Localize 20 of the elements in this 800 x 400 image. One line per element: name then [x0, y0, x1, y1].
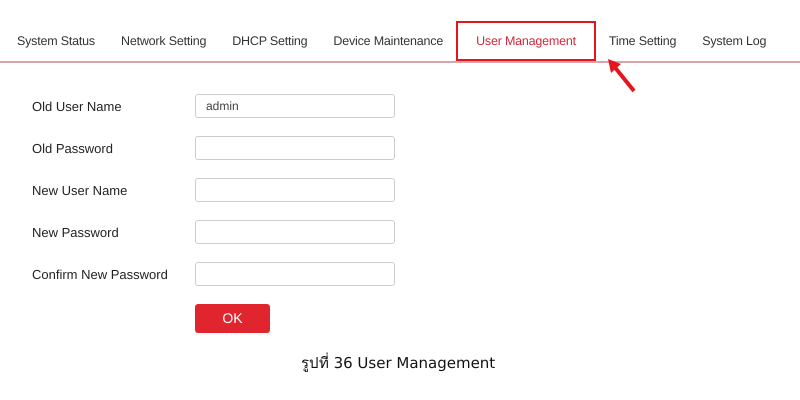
input-field[interactable]: admin	[195, 94, 395, 118]
input-field[interactable]	[195, 220, 395, 244]
input-field[interactable]	[195, 262, 395, 286]
tab[interactable]: System Status	[4, 21, 108, 61]
tab[interactable]: Time Setting	[596, 21, 690, 61]
tab[interactable]: System Log	[689, 21, 780, 61]
tab[interactable]: User Management	[456, 21, 596, 61]
field-label: New Password	[32, 224, 120, 240]
field-label: New User Name	[32, 182, 128, 198]
tab[interactable]: Network Setting	[108, 21, 220, 61]
arrow-icon	[607, 59, 637, 93]
field-label: Confirm New Password	[32, 266, 169, 282]
ok-button[interactable]: OK	[195, 304, 270, 332]
input-field[interactable]	[195, 136, 395, 160]
field-label: Old Password	[32, 140, 114, 156]
figure-caption: รูปที่ 36 User Management	[300, 352, 496, 374]
field-label: Old User Name	[32, 98, 123, 114]
input-field[interactable]	[195, 178, 395, 202]
tab[interactable]: Device Maintenance	[320, 21, 456, 61]
tab[interactable]: DHCP Setting	[219, 21, 320, 61]
